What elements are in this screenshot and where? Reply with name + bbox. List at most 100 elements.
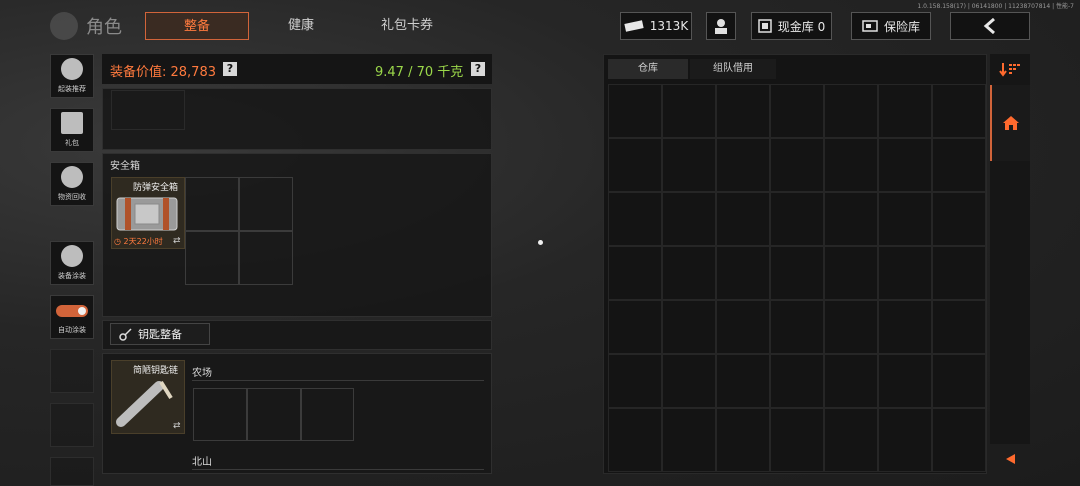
key-grid-cell[interactable] bbox=[193, 388, 247, 441]
warehouse-grid-cell[interactable] bbox=[770, 408, 824, 472]
vault-icon bbox=[758, 19, 772, 33]
warehouse-grid-cell[interactable] bbox=[716, 84, 770, 138]
safe-box-grid-cell[interactable] bbox=[239, 231, 293, 285]
sidebar-item-label: 起装推荐 bbox=[58, 85, 86, 93]
warehouse-grid-cell[interactable] bbox=[716, 246, 770, 300]
gear-hand-icon bbox=[61, 58, 83, 80]
warehouse-grid-cell[interactable] bbox=[608, 138, 662, 192]
warehouse-grid[interactable] bbox=[608, 84, 986, 472]
warehouse-grid-cell[interactable] bbox=[932, 84, 986, 138]
warehouse-grid-cell[interactable] bbox=[716, 408, 770, 472]
tab-team-borrow[interactable]: 组队借用 bbox=[690, 59, 776, 79]
recycle-icon bbox=[61, 166, 83, 188]
key-loadout-label: 钥匙整备 bbox=[138, 328, 182, 341]
safe-vault-button[interactable]: 保险库 bbox=[851, 12, 931, 40]
sidebar-item-auto-paint[interactable]: 自动涂装 bbox=[50, 295, 94, 339]
divider bbox=[192, 469, 484, 470]
warehouse-grid-cell[interactable] bbox=[716, 354, 770, 408]
triangle-left-icon bbox=[1006, 454, 1015, 464]
key-grid-cell[interactable] bbox=[301, 388, 354, 441]
warehouse-grid-cell[interactable] bbox=[824, 138, 878, 192]
warehouse-grid-cell[interactable] bbox=[662, 246, 716, 300]
warehouse-grid-cell[interactable] bbox=[716, 138, 770, 192]
warehouse-grid-cell[interactable] bbox=[878, 246, 932, 300]
warehouse-grid-cell[interactable] bbox=[932, 300, 986, 354]
sort-button[interactable] bbox=[993, 56, 1027, 82]
warehouse-grid-cell[interactable] bbox=[932, 408, 986, 472]
warehouse-grid-cell[interactable] bbox=[662, 408, 716, 472]
warehouse-grid-cell[interactable] bbox=[824, 408, 878, 472]
sidebar-item-recommended[interactable]: 起装推荐 bbox=[50, 54, 94, 98]
warehouse-grid-cell[interactable] bbox=[824, 354, 878, 408]
warehouse-grid-cell[interactable] bbox=[824, 246, 878, 300]
warehouse-grid-cell[interactable] bbox=[878, 408, 932, 472]
sidebar-item-recycle[interactable]: 物资回收 bbox=[50, 162, 94, 206]
sidebar-item-paint[interactable]: 装备涂装 bbox=[50, 241, 94, 285]
warehouse-grid-cell[interactable] bbox=[770, 84, 824, 138]
weight-help-icon[interactable]: ? bbox=[471, 62, 485, 76]
warehouse-grid-cell[interactable] bbox=[878, 354, 932, 408]
key-grid-cell[interactable] bbox=[247, 388, 301, 441]
tab-warehouse[interactable]: 仓库 bbox=[608, 59, 688, 79]
safe-box-grid-cell[interactable] bbox=[185, 177, 239, 231]
warehouse-grid-cell[interactable] bbox=[932, 246, 986, 300]
empty-slot bbox=[50, 457, 94, 486]
tab-health[interactable]: 健康 bbox=[253, 12, 349, 40]
warehouse-grid-cell[interactable] bbox=[770, 354, 824, 408]
warehouse-grid-cell[interactable] bbox=[608, 192, 662, 246]
warehouse-grid-cell[interactable] bbox=[716, 192, 770, 246]
currency-button[interactable]: 1313K bbox=[620, 12, 692, 40]
home-storage-button[interactable] bbox=[990, 85, 1030, 161]
character-logo-icon bbox=[50, 12, 78, 40]
warehouse-grid-cell[interactable] bbox=[770, 138, 824, 192]
warehouse-grid-cell[interactable] bbox=[770, 192, 824, 246]
back-button[interactable] bbox=[950, 12, 1030, 40]
warehouse-grid-cell[interactable] bbox=[932, 192, 986, 246]
swap-icon[interactable]: ⇄ bbox=[173, 236, 181, 246]
clock-icon: ◷ bbox=[114, 237, 121, 246]
warehouse-grid-cell[interactable] bbox=[878, 300, 932, 354]
cash-icon bbox=[624, 20, 644, 32]
paint-helmet-icon bbox=[61, 245, 83, 267]
warehouse-grid-cell[interactable] bbox=[662, 84, 716, 138]
warehouse-grid-cell[interactable] bbox=[662, 354, 716, 408]
equipment-value: 装备价值: 28,783 bbox=[110, 65, 216, 80]
safe-box-timer: ◷ 2天22小时 bbox=[114, 236, 163, 247]
safe-box-grid-cell[interactable] bbox=[185, 231, 239, 285]
sidebar-item-gift[interactable]: 礼包 bbox=[50, 108, 94, 152]
warehouse-grid-cell[interactable] bbox=[662, 192, 716, 246]
warehouse-grid-cell[interactable] bbox=[608, 84, 662, 138]
warehouse-grid-cell[interactable] bbox=[878, 138, 932, 192]
warehouse-grid-cell[interactable] bbox=[878, 192, 932, 246]
tab-loadout[interactable]: 整备 bbox=[145, 12, 249, 40]
cash-vault-button[interactable]: 现金库 0 bbox=[751, 12, 832, 40]
safe-box-item-name: 防弹安全箱 bbox=[133, 183, 179, 193]
toggle-icon[interactable] bbox=[56, 305, 88, 317]
warehouse-grid-cell[interactable] bbox=[932, 138, 986, 192]
warehouse-grid-cell[interactable] bbox=[608, 300, 662, 354]
warehouse-grid-cell[interactable] bbox=[770, 246, 824, 300]
key-loadout-button[interactable]: 钥匙整备 bbox=[110, 323, 210, 345]
warehouse-grid-cell[interactable] bbox=[770, 300, 824, 354]
warehouse-grid-cell[interactable] bbox=[608, 408, 662, 472]
warehouse-grid-cell[interactable] bbox=[824, 192, 878, 246]
value-help-icon[interactable]: ? bbox=[223, 62, 237, 76]
warehouse-grid-cell[interactable] bbox=[878, 84, 932, 138]
warehouse-grid-cell[interactable] bbox=[662, 300, 716, 354]
equipment-slot[interactable] bbox=[111, 90, 185, 130]
warehouse-grid-cell[interactable] bbox=[608, 354, 662, 408]
warehouse-grid-cell[interactable] bbox=[716, 300, 770, 354]
weight-label: 9.47 / 70 千克 bbox=[375, 65, 464, 80]
safe-box-grid-cell[interactable] bbox=[239, 177, 293, 231]
swap-icon[interactable]: ⇄ bbox=[173, 421, 181, 431]
collapse-button[interactable] bbox=[990, 444, 1030, 474]
warehouse-grid-cell[interactable] bbox=[824, 300, 878, 354]
empty-slot bbox=[50, 403, 94, 447]
warehouse-grid-cell[interactable] bbox=[662, 138, 716, 192]
warehouse-grid-cell[interactable] bbox=[608, 246, 662, 300]
warehouse-grid-cell[interactable] bbox=[932, 354, 986, 408]
tab-gift-cards[interactable]: 礼包卡券 bbox=[355, 12, 459, 40]
warehouse-grid-cell[interactable] bbox=[824, 84, 878, 138]
empty-slot bbox=[50, 349, 94, 393]
operator-button[interactable] bbox=[706, 12, 736, 40]
